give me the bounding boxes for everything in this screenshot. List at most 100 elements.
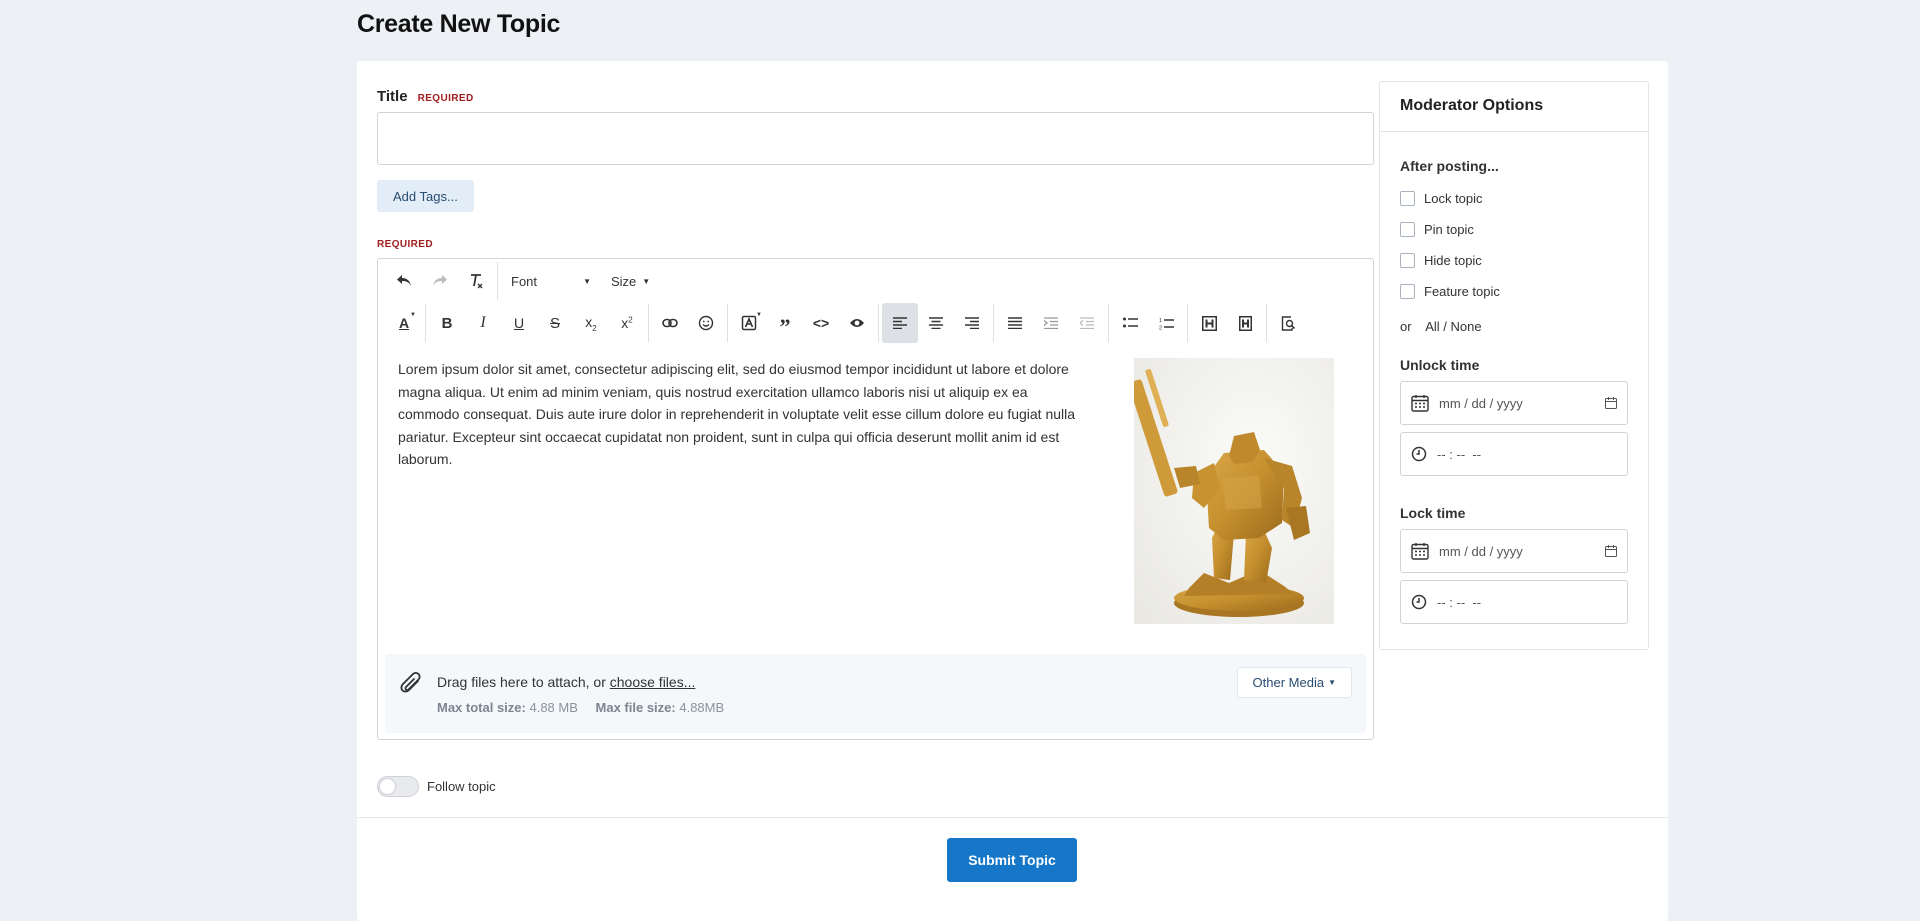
all-none-link[interactable]: All / None [1425,319,1481,334]
quote-button[interactable]: ” [767,303,803,343]
superscript-button[interactable]: x2 [609,303,645,343]
italic-icon: I [480,314,486,331]
unlock-date-input[interactable]: mm / dd / yyyy [1400,381,1628,425]
font-dropdown[interactable]: Font ▼ [501,261,601,301]
align-justify-icon [1008,317,1022,329]
size-dropdown[interactable]: Size ▼ [601,261,671,301]
date-placeholder: mm / dd / yyyy [1439,543,1523,559]
toolbar-separator [425,304,426,342]
lock-date-input[interactable]: mm / dd / yyyy [1400,529,1628,573]
toolbar-separator [727,304,728,342]
spoiler-button[interactable] [839,303,875,343]
indent-button[interactable] [1033,303,1069,343]
strikethrough-button[interactable]: S [537,303,573,343]
checkbox[interactable] [1400,253,1415,268]
image-icon [741,315,757,331]
lock-time-input[interactable]: -- : -- -- [1400,580,1628,624]
subheading-button[interactable] [1227,303,1263,343]
indent-icon [1044,317,1058,329]
pin-topic-checkbox[interactable]: Pin topic [1400,222,1474,237]
feature-topic-checkbox[interactable]: Feature topic [1400,284,1500,299]
italic-button[interactable]: I [465,303,501,343]
paperclip-icon [400,671,421,693]
subscript-button[interactable]: x2 [573,303,609,343]
superscript-icon: x2 [621,315,633,331]
max-file-label: Max file size: [595,700,676,715]
required-badge: REQUIRED [417,93,474,104]
max-total-value: 4.88 MB [529,700,578,715]
date-picker-icon[interactable] [1605,545,1617,557]
follow-topic-toggle[interactable] [377,776,419,797]
code-button[interactable]: <> [803,303,839,343]
heading-button[interactable] [1191,303,1227,343]
chevron-down-icon: ▼ [756,312,762,318]
toolbar-separator [993,304,994,342]
unlock-time-input[interactable]: -- : -- -- [1400,432,1628,476]
or-label: or [1400,319,1412,334]
bold-icon: B [441,314,453,332]
underline-button[interactable]: U [501,303,537,343]
svg-text:1: 1 [1159,318,1162,324]
align-center-icon [929,317,943,329]
select-all-none: or All / None [1400,319,1482,334]
subheading-icon [1238,315,1252,331]
checkbox[interactable] [1400,222,1415,237]
moderator-options-panel: Moderator Options After posting... Lock … [1379,81,1649,650]
align-left-button[interactable] [882,303,918,343]
preview-button[interactable] [1270,303,1306,343]
page-title: Create New Topic [357,10,561,38]
align-center-button[interactable] [918,303,954,343]
time-placeholder: -- : -- -- [1437,594,1482,610]
title-label: Title [377,88,408,105]
clear-formatting-button[interactable] [458,261,494,301]
checkbox[interactable] [1400,191,1415,206]
chevron-down-icon: ▼ [583,276,591,286]
body-required-badge: REQUIRED [377,239,433,250]
toolbar-separator [878,304,879,342]
attach-limits: Max total size: 4.88 MB Max file size: 4… [437,700,724,715]
max-file-value: 4.88MB [679,700,725,715]
align-right-button[interactable] [954,303,990,343]
emoji-button[interactable] [688,303,724,343]
date-picker-icon[interactable] [1605,397,1617,409]
text-color-button[interactable]: A ▼ [386,303,422,343]
svg-text:2: 2 [1159,325,1162,330]
title-label-row: Title REQUIRED [377,88,474,105]
font-dropdown-label: Font [511,273,538,289]
follow-topic-row: Follow topic [377,776,496,797]
max-total-label: Max total size: [437,700,526,715]
attach-text: Drag files here to attach, or [437,674,610,690]
hide-topic-checkbox[interactable]: Hide topic [1400,253,1482,268]
attachment-dropzone[interactable]: Drag files here to attach, or choose fil… [385,654,1366,733]
title-input[interactable] [377,112,1374,165]
text-color-icon: A [398,315,410,331]
toolbar-row-1: Font ▼ Size ▼ [386,261,671,301]
link-button[interactable] [652,303,688,343]
insert-image-button[interactable]: ▼ [731,303,767,343]
bullet-list-button[interactable] [1112,303,1148,343]
undo-button[interactable] [386,261,422,301]
align-justify-button[interactable] [997,303,1033,343]
checkbox[interactable] [1400,284,1415,299]
add-tags-button[interactable]: Add Tags... [377,180,474,212]
other-media-button[interactable]: Other Media ▼ [1236,667,1352,698]
lock-topic-checkbox[interactable]: Lock topic [1400,191,1483,206]
embedded-image[interactable] [1128,358,1334,624]
choose-files-link[interactable]: choose files... [610,674,696,690]
figure-image [1128,358,1334,624]
submit-topic-button[interactable]: Submit Topic [947,838,1077,882]
toolbar-separator [1187,304,1188,342]
clock-icon [1411,446,1427,462]
outdent-button[interactable] [1069,303,1105,343]
redo-button[interactable] [422,261,458,301]
editor-body-text[interactable]: Lorem ipsum dolor sit amet, consectetur … [398,358,1088,471]
toolbar-row-2: A ▼ B I U S x2 x2 ▼ ” <> 1 2 [386,303,1306,343]
preview-icon [1281,315,1295,331]
pin-topic-label: Pin topic [1424,222,1474,237]
clear-format-icon [471,274,483,289]
moderator-options-title: Moderator Options [1380,82,1648,132]
align-right-icon [965,317,979,329]
numbered-list-button[interactable]: 12 [1148,303,1184,343]
bold-button[interactable]: B [429,303,465,343]
toolbar-separator [1108,304,1109,342]
